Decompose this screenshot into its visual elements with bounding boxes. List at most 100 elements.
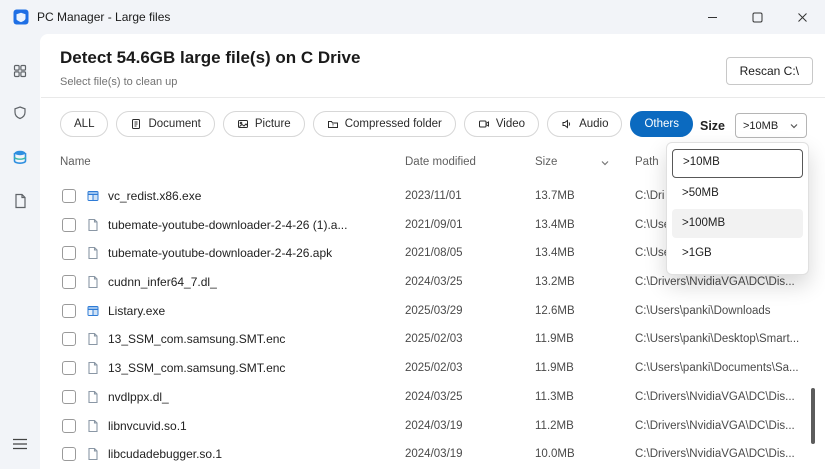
generic-file-icon — [86, 361, 100, 375]
sidebar-item-files[interactable] — [0, 184, 40, 218]
row-checkbox[interactable] — [62, 361, 76, 375]
page-subtitle: Select file(s) to clean up — [60, 76, 177, 88]
filter-chip-others[interactable]: Others — [630, 111, 693, 137]
filter-chip-audio[interactable]: Audio — [547, 111, 622, 137]
size-menu-option[interactable]: >10MB — [672, 149, 803, 178]
file-path: C:\Drivers\NvidiaVGA\DC\Dis... — [635, 448, 811, 460]
table-row[interactable]: Listary.exe 2025/03/29 12.6MB C:\Users\p… — [40, 297, 825, 326]
file-date: 2025/03/29 — [405, 305, 463, 317]
generic-file-icon — [86, 390, 100, 404]
filter-chip-all[interactable]: ALL — [60, 111, 108, 137]
file-name: 13_SSM_com.samsung.SMT.enc — [108, 332, 285, 346]
row-checkbox[interactable] — [62, 332, 76, 346]
rescan-button[interactable]: Rescan C:\ — [726, 57, 813, 85]
table-row[interactable]: 13_SSM_com.samsung.SMT.enc 2025/02/03 11… — [40, 325, 825, 354]
filter-chip-video[interactable]: Video — [464, 111, 539, 137]
file-path: C:\Drivers\NvidiaVGA\DC\Dis... — [635, 420, 811, 432]
generic-file-icon — [86, 419, 100, 433]
header-divider — [41, 97, 825, 98]
file-size: 13.7MB — [535, 190, 575, 202]
table-row[interactable]: nvdlppx.dl_ 2024/03/25 11.3MB C:\Drivers… — [40, 383, 825, 412]
chip-label: Picture — [255, 118, 291, 130]
maximize-icon — [752, 12, 763, 23]
file-path: C:\Drivers\NvidiaVGA\DC\Dis... — [635, 391, 811, 403]
file-name: tubemate-youtube-downloader-2-4-26.apk — [108, 246, 332, 260]
generic-file-icon — [86, 218, 100, 232]
file-date: 2024/03/19 — [405, 448, 463, 460]
sidebar-item-storage[interactable] — [0, 140, 40, 174]
generic-file-icon — [86, 246, 100, 260]
row-checkbox[interactable] — [62, 275, 76, 289]
maximize-button[interactable] — [735, 0, 780, 34]
file-name: cudnn_infer64_7.dl_ — [108, 275, 217, 289]
table-row[interactable]: 13_SSM_com.samsung.SMT.enc 2025/02/03 11… — [40, 354, 825, 383]
window-title: PC Manager - Large files — [37, 0, 170, 34]
table-row[interactable]: libcudadebugger.so.1 2024/03/19 10.0MB C… — [40, 440, 825, 469]
sidebar-item-home[interactable] — [0, 54, 40, 88]
generic-file-icon — [86, 447, 100, 461]
file-size: 12.6MB — [535, 305, 575, 317]
sidebar-item-protection[interactable] — [0, 96, 40, 130]
column-header-size[interactable]: Size — [535, 156, 557, 168]
generic-file-icon — [86, 275, 100, 289]
size-filter-dropdown[interactable]: >10MB — [735, 113, 807, 138]
close-icon — [797, 12, 808, 23]
row-checkbox[interactable] — [62, 304, 76, 318]
picture-icon — [237, 118, 249, 130]
pc-manager-logo-icon — [13, 9, 29, 25]
file-size: 11.9MB — [535, 362, 574, 374]
filter-chip-document[interactable]: Document — [116, 111, 214, 137]
option-label: >10MB — [683, 156, 720, 168]
file-size: 11.9MB — [535, 333, 574, 345]
row-checkbox[interactable] — [62, 447, 76, 461]
size-menu-option[interactable]: >100MB — [672, 209, 803, 238]
file-date: 2024/03/25 — [405, 276, 463, 288]
file-path: C:\Users\panki\Downloads — [635, 305, 811, 317]
sidebar-menu-button[interactable] — [0, 427, 40, 461]
row-checkbox[interactable] — [62, 246, 76, 260]
file-size: 11.3MB — [535, 391, 574, 403]
size-menu-option[interactable]: >1GB — [672, 239, 803, 268]
row-checkbox[interactable] — [62, 390, 76, 404]
row-checkbox[interactable] — [62, 218, 76, 232]
file-name: libnvcuvid.so.1 — [108, 419, 187, 433]
option-label: >50MB — [682, 187, 719, 199]
row-checkbox[interactable] — [62, 189, 76, 203]
document-icon — [130, 118, 142, 130]
chip-label: Others — [644, 118, 679, 130]
video-icon — [478, 118, 490, 130]
storage-icon — [12, 149, 28, 165]
chip-label: Document — [148, 118, 200, 130]
page-title: Detect 54.6GB large file(s) on C Drive — [60, 48, 360, 68]
table-row[interactable]: libnvcuvid.so.1 2024/03/19 11.2MB C:\Dri… — [40, 412, 825, 441]
audio-icon — [561, 118, 573, 130]
column-header-name[interactable]: Name — [60, 156, 91, 168]
chevron-down-icon — [789, 121, 799, 131]
file-size: 10.0MB — [535, 448, 575, 460]
file-size: 11.2MB — [535, 420, 574, 432]
chip-label: Compressed folder — [345, 118, 442, 130]
file-name: nvdlppx.dl_ — [108, 390, 169, 404]
vertical-scrollbar-thumb[interactable] — [811, 388, 815, 444]
size-filter-label: Size — [700, 119, 725, 133]
column-header-path[interactable]: Path — [635, 156, 659, 168]
file-name: vc_redist.x86.exe — [108, 189, 201, 203]
sort-chevron-down-icon[interactable] — [600, 158, 610, 171]
generic-file-icon — [86, 332, 100, 346]
exe-file-icon — [86, 189, 100, 203]
file-name: 13_SSM_com.samsung.SMT.enc — [108, 361, 285, 375]
shield-icon — [12, 105, 28, 121]
filter-chip-picture[interactable]: Picture — [223, 111, 305, 137]
filter-chips: ALL Document Picture Compressed folder V… — [60, 111, 693, 137]
document-icon — [13, 193, 28, 209]
file-name: libcudadebugger.so.1 — [108, 447, 222, 461]
column-header-date[interactable]: Date modified — [405, 156, 476, 168]
minimize-button[interactable] — [690, 0, 735, 34]
minimize-icon — [707, 12, 718, 23]
row-checkbox[interactable] — [62, 419, 76, 433]
close-button[interactable] — [780, 0, 825, 34]
file-name: Listary.exe — [108, 304, 165, 318]
size-menu-option[interactable]: >50MB — [672, 179, 803, 208]
size-filter-value: >10MB — [743, 120, 778, 132]
filter-chip-compressed-folder[interactable]: Compressed folder — [313, 111, 456, 137]
